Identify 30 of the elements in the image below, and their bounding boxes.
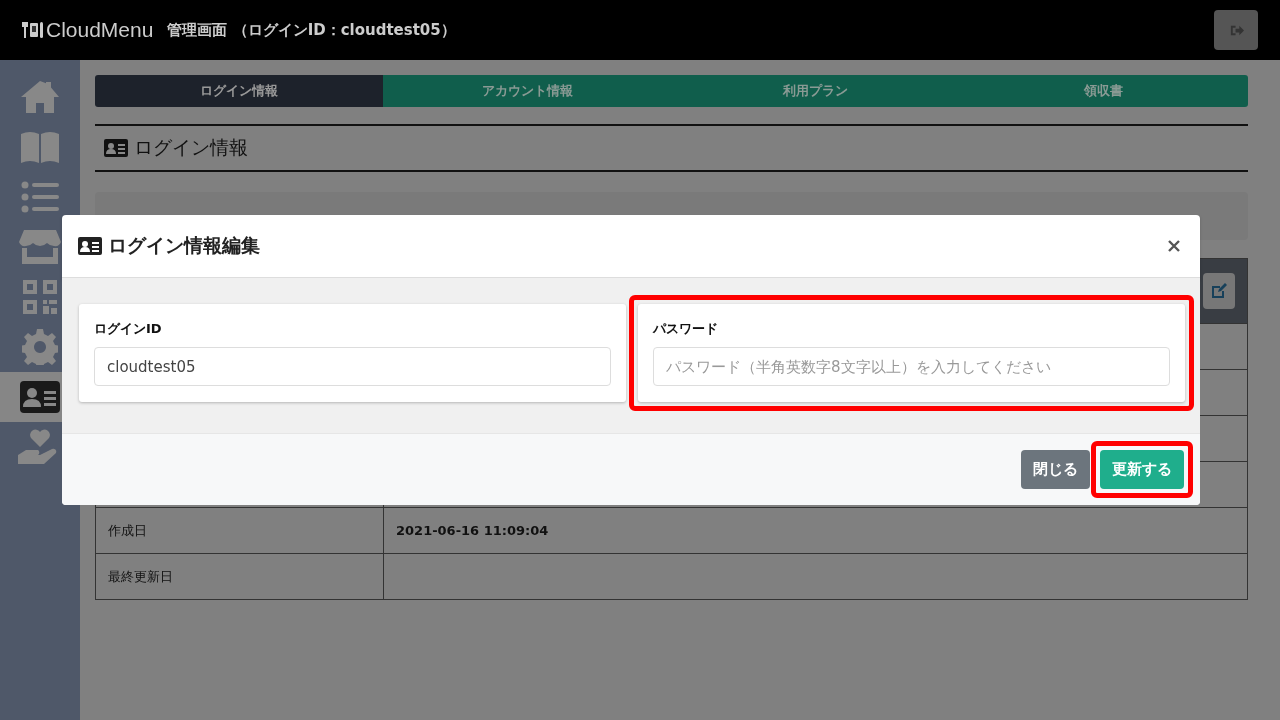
input-field[interactable]: cloudtest05 [94, 347, 611, 386]
dialog-title: ログイン情報編集 [108, 233, 260, 258]
tab[interactable]: 利用プラン [671, 75, 960, 107]
input-field[interactable]: パスワード（半角英数字8文字以上）を入力してください [653, 347, 1170, 386]
list-icon [21, 181, 59, 213]
id-card-icon [104, 139, 128, 157]
home-icon [20, 79, 60, 115]
id-card-icon [78, 237, 102, 255]
book-icon [20, 130, 60, 164]
close-icon [1168, 240, 1180, 252]
close-dialog-button[interactable]: 閉じる [1021, 450, 1090, 489]
field-label: ログインID [94, 320, 163, 338]
app-logo: CloudMenu [22, 18, 154, 42]
id-card-icon [20, 381, 60, 413]
edit-button[interactable] [1203, 273, 1235, 309]
qr-code-icon [23, 280, 57, 314]
tab[interactable]: アカウント情報 [383, 75, 672, 107]
table-cell: 最終更新日 [108, 567, 173, 586]
update-button[interactable]: 更新する [1100, 450, 1184, 489]
table-cell: 作成日 [108, 521, 147, 540]
field-label: パスワード [653, 320, 719, 338]
tab[interactable]: 領収書 [959, 75, 1248, 107]
settings-icon [22, 329, 58, 365]
table-cell: 2021-06-16 11:09:04 [396, 523, 549, 538]
store-icon [18, 229, 62, 265]
tab[interactable]: ログイン情報 [95, 75, 384, 107]
page-title: 管理画面 （ログインID：cloudtest05） [167, 20, 456, 40]
cutlery-icon [22, 19, 44, 41]
section-title: ログイン情報 [134, 135, 248, 160]
edit-icon [1210, 282, 1228, 300]
